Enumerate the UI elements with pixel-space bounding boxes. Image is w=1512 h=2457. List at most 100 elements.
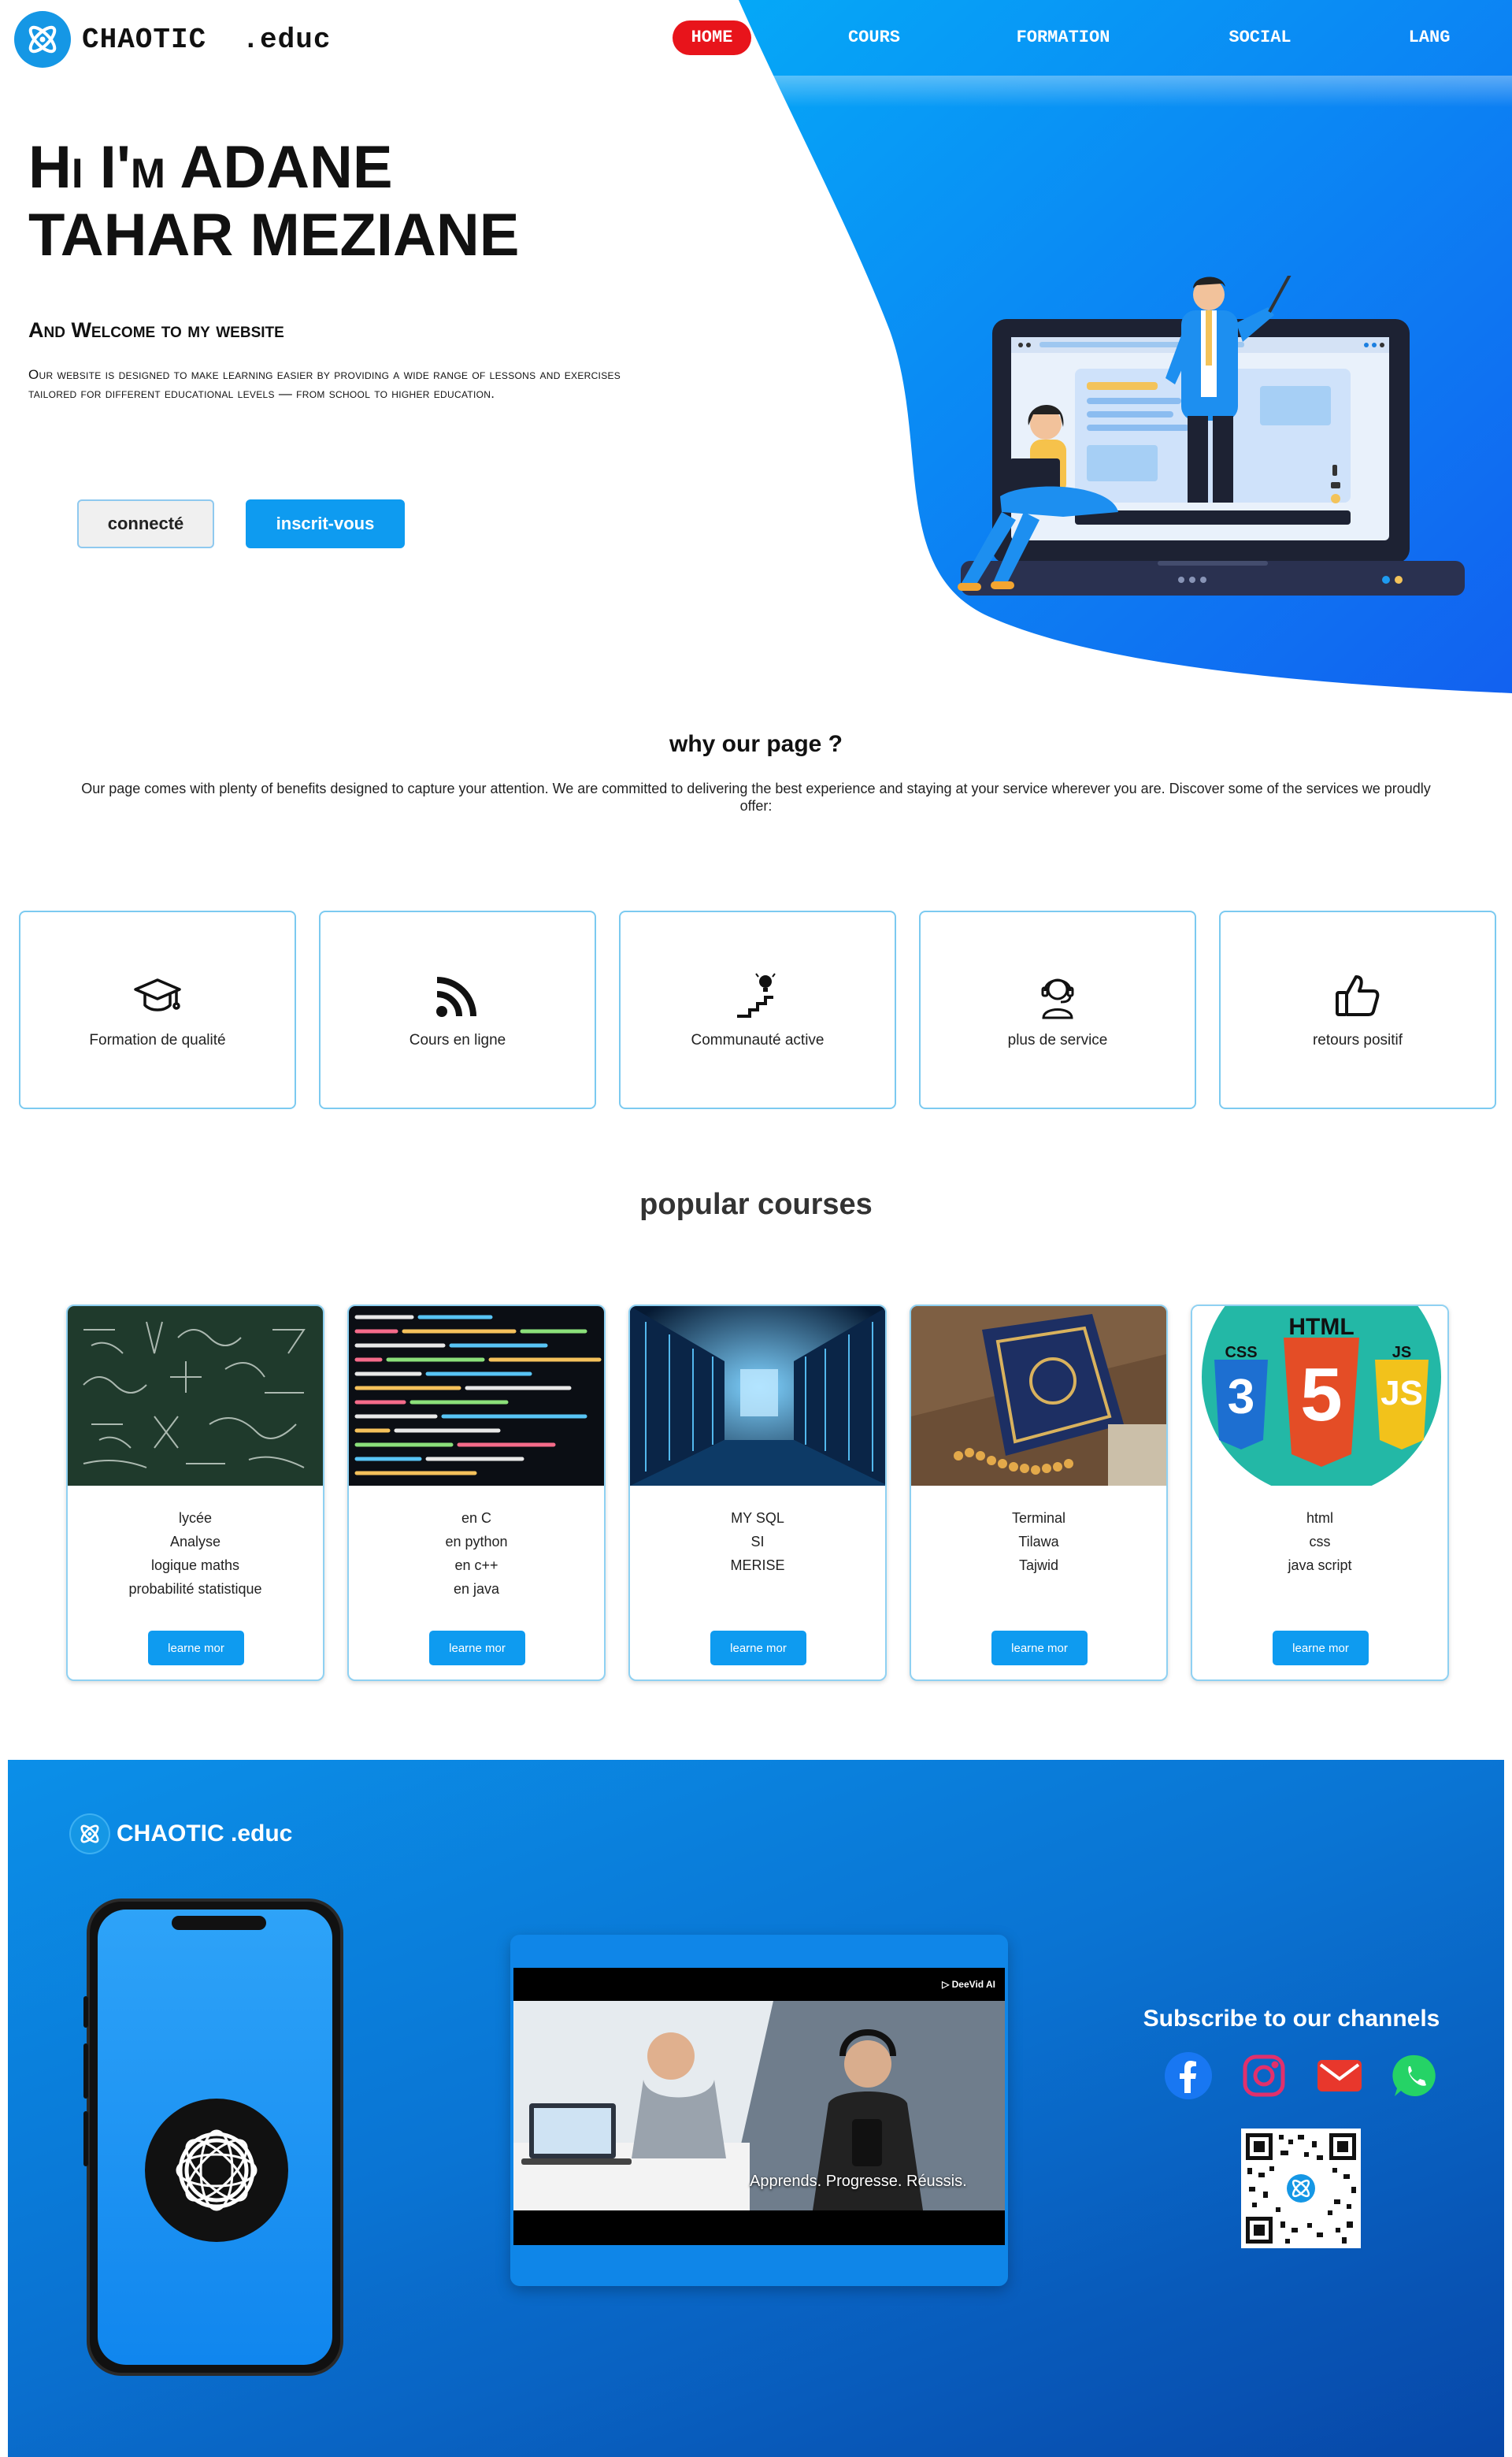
hero-subtitle: And Welcome to my website — [28, 318, 284, 342]
course-topic: MERISE — [730, 1557, 785, 1573]
css-number: 3 — [1227, 1370, 1255, 1424]
course-topics: lycée Analyse logique maths probabilité … — [68, 1506, 323, 1601]
nav-formation-link[interactable]: FORMATION — [1000, 20, 1126, 55]
course-topic: MY SQL — [731, 1510, 784, 1526]
atom-logo-icon — [14, 11, 71, 68]
course-topic: en C — [461, 1510, 492, 1526]
course-topics: Terminal Tilawa Tajwid — [911, 1506, 1166, 1577]
feature-card-online[interactable]: Cours en ligne — [319, 911, 596, 1109]
course-topic: en python — [445, 1534, 508, 1550]
nav-cours-link[interactable]: COURS — [827, 20, 921, 55]
facebook-icon[interactable] — [1162, 2050, 1214, 2102]
brand-suffix: .educ — [242, 23, 332, 56]
course-topics: html css java script — [1192, 1506, 1447, 1577]
course-card-quran: Terminal Tilawa Tajwid learne mor — [910, 1305, 1168, 1681]
course-topics: en C en python en c++ en java — [349, 1506, 604, 1601]
headset-support-icon — [1032, 971, 1083, 1021]
subscribe-heading: Subscribe to our channels — [1143, 2006, 1440, 2032]
app-logo-icon — [145, 2099, 288, 2242]
js-number: JS — [1380, 1374, 1423, 1412]
atom-logo-icon — [71, 1815, 109, 1853]
course-topic: en c++ — [454, 1557, 498, 1573]
js-word: JS — [1392, 1344, 1412, 1361]
footer-logo[interactable]: CHAOTIC .educ — [71, 1815, 292, 1853]
why-title: why our page ? — [669, 731, 843, 757]
top-navbar: CHAOTIC .educ HOME COURS FORMATION SOCIA… — [0, 0, 1512, 76]
course-card-database: MY SQL SI MERISE learne mor — [628, 1305, 887, 1681]
code-screen-image — [349, 1306, 604, 1486]
signup-button[interactable]: inscrit-vous — [246, 499, 405, 548]
feature-label: Formation de qualité — [89, 1032, 226, 1048]
footer: CHAOTIC .educ ▷ DeeVid AI Apprends. Prog… — [8, 1760, 1504, 2457]
html-css-js-logo-image: HTML CSS JS 3 5 JS — [1192, 1306, 1447, 1486]
nav-social-link[interactable]: SOCIAL — [1217, 20, 1303, 55]
phone-screen — [98, 1910, 332, 2365]
instagram-icon[interactable] — [1238, 2050, 1290, 2102]
course-topic: Tilawa — [1018, 1534, 1059, 1550]
video-watermark-text: DeeVid AI — [951, 1979, 995, 1990]
course-topic: java script — [1288, 1557, 1352, 1573]
learn-more-button[interactable]: learne mor — [710, 1631, 806, 1665]
feature-label: Communauté active — [691, 1032, 825, 1048]
course-topic: html — [1306, 1510, 1333, 1526]
video-frame: Apprends. Progresse. Réussis. — [513, 2001, 1005, 2210]
brand-logo[interactable]: CHAOTIC .educ — [14, 11, 331, 68]
course-topic: css — [1309, 1534, 1331, 1550]
course-card-web: HTML CSS JS 3 5 JS html css java script … — [1191, 1305, 1449, 1681]
page: CHAOTIC .educ HOME COURS FORMATION SOCIA… — [0, 0, 1512, 2457]
html-word: HTML — [1288, 1314, 1354, 1340]
graduation-cap-icon — [132, 971, 183, 1021]
hero-description: Our website is designed to make learning… — [28, 367, 621, 401]
phone-button — [83, 2043, 88, 2099]
course-card-math: lycée Analyse logique maths probabilité … — [66, 1305, 324, 1681]
phone-mockup — [83, 1898, 343, 2376]
learn-more-button[interactable]: learne mor — [1273, 1631, 1369, 1665]
thumbs-up-icon — [1332, 971, 1383, 1021]
lightbulb-stairs-icon — [732, 971, 783, 1021]
phone-notch — [172, 1916, 266, 1930]
phone-button — [83, 2111, 88, 2166]
feature-label: Cours en ligne — [409, 1032, 506, 1048]
hero-title-line1: Hi I'm ADANE — [28, 134, 393, 201]
mail-icon[interactable] — [1314, 2050, 1366, 2102]
course-topic: en java — [453, 1581, 500, 1597]
nav-home-link[interactable]: HOME — [673, 20, 751, 55]
feature-card-service[interactable]: plus de service — [919, 911, 1196, 1109]
rss-feed-icon — [432, 971, 483, 1021]
hero-title-line2: TAHAR MEZIANE — [28, 202, 520, 269]
feature-card-quality[interactable]: Formation de qualité — [19, 911, 296, 1109]
course-topics: MY SQL SI MERISE — [630, 1506, 885, 1577]
login-button[interactable]: connecté — [77, 499, 214, 548]
server-room-image — [630, 1306, 885, 1486]
navbar-shadow — [0, 76, 1512, 107]
course-topic: SI — [750, 1534, 765, 1550]
feature-card-community[interactable]: Communauté active — [619, 911, 896, 1109]
course-topic: Tajwid — [1018, 1557, 1059, 1573]
quran-book-image — [911, 1306, 1166, 1486]
course-topic: lycée — [178, 1510, 213, 1526]
math-chalkboard-image — [68, 1306, 323, 1486]
video-watermark: ▷ DeeVid AI — [942, 1979, 995, 1990]
video-caption: Apprends. Progresse. Réussis. — [750, 2173, 967, 2190]
course-topic: probabilité statistique — [128, 1581, 262, 1597]
css-word: CSS — [1225, 1344, 1258, 1361]
learn-more-button[interactable]: learne mor — [429, 1631, 525, 1665]
feature-label: retours positif — [1312, 1032, 1403, 1048]
brand-name: CHAOTIC — [82, 23, 207, 56]
online-teaching-illustration — [958, 276, 1465, 596]
course-topic: Analyse — [169, 1534, 221, 1550]
qr-code[interactable] — [1241, 2129, 1361, 2248]
video-player[interactable]: ▷ DeeVid AI Apprends. Progresse. Réussis… — [513, 1968, 1005, 2245]
promo-video[interactable]: ▷ DeeVid AI Apprends. Progresse. Réussis… — [510, 1935, 1008, 2286]
hero-title: Hi I'm ADANE TAHAR MEZIANE — [28, 134, 658, 269]
learn-more-button[interactable]: learne mor — [148, 1631, 244, 1665]
why-description: Our page comes with plenty of benefits d… — [81, 781, 1431, 814]
feature-card-feedback[interactable]: retours positif — [1219, 911, 1496, 1109]
html-number: 5 — [1300, 1353, 1343, 1437]
whatsapp-icon[interactable] — [1389, 2050, 1441, 2102]
nav-lang-link[interactable]: LANG — [1394, 20, 1465, 55]
feature-label: plus de service — [1007, 1032, 1108, 1048]
learn-more-button[interactable]: learne mor — [991, 1631, 1088, 1665]
course-card-programming: en C en python en c++ en java learne mor — [347, 1305, 606, 1681]
courses-title: popular courses — [639, 1188, 873, 1221]
